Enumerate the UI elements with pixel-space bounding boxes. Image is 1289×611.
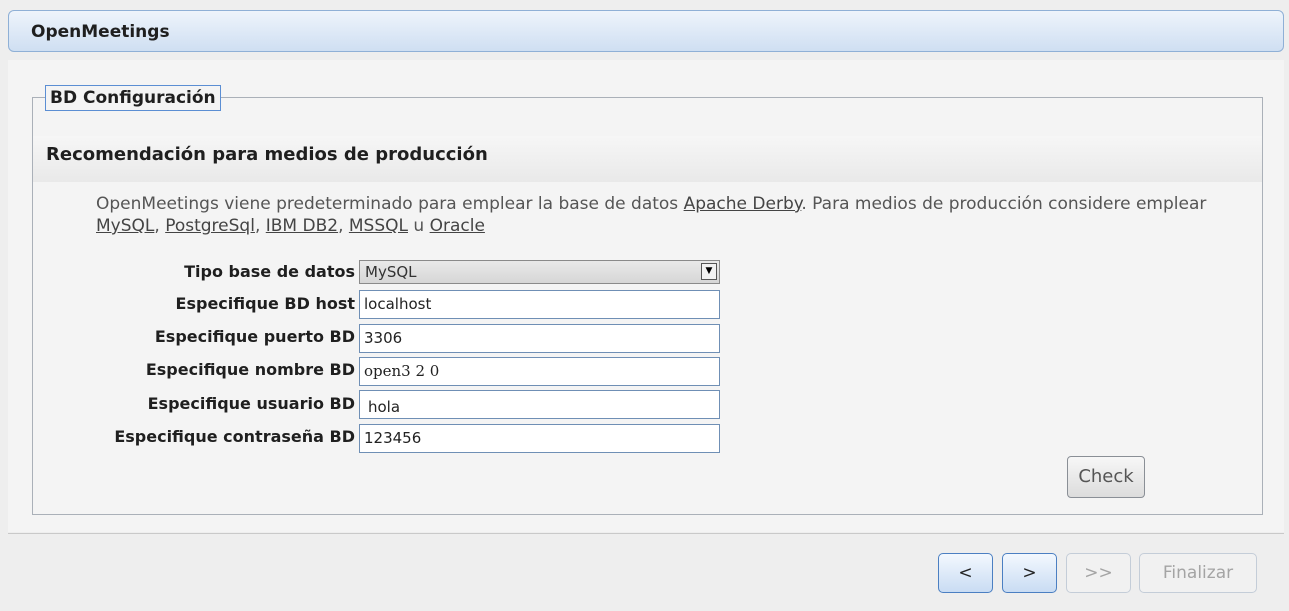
db-port-label: Especifique puerto BD xyxy=(154,327,355,346)
desc-comma: , xyxy=(254,216,266,236)
db-type-select[interactable]: MySQL ▼ xyxy=(359,260,720,284)
link-postgresql[interactable]: PostgreSql xyxy=(165,216,255,236)
db-host-input[interactable]: localhost xyxy=(359,290,720,319)
description-text: OpenMeetings viene predeterminado para e… xyxy=(96,193,1216,237)
db-type-selected-value: MySQL xyxy=(365,263,417,281)
link-apache-derby[interactable]: Apache Derby xyxy=(684,194,802,214)
desc-text-middle: . Para medios de producción considere em… xyxy=(801,194,1207,214)
section-title: Recomendación para medios de producción xyxy=(46,144,488,165)
db-password-input[interactable]: 123456 xyxy=(359,424,720,453)
db-user-input[interactable]: hola xyxy=(359,390,720,419)
desc-conjunction: u xyxy=(408,216,430,236)
link-mysql[interactable]: MySQL xyxy=(96,216,154,236)
link-mssql[interactable]: MSSQL xyxy=(349,216,408,236)
db-name-label: Especifique nombre BD xyxy=(145,360,355,379)
desc-text-before: OpenMeetings viene predeterminado para e… xyxy=(96,194,684,214)
fieldset-legend: BD Configuración xyxy=(45,85,221,111)
footer-separator xyxy=(8,533,1284,534)
desc-comma: , xyxy=(154,216,166,236)
app-title: OpenMeetings xyxy=(31,22,170,42)
db-user-label: Especifique usuario BD xyxy=(147,394,355,413)
next-button[interactable]: > xyxy=(1002,553,1057,593)
finish-button[interactable]: Finalizar xyxy=(1139,553,1257,593)
chevron-down-icon[interactable]: ▼ xyxy=(701,263,717,280)
last-step-button[interactable]: >> xyxy=(1066,553,1131,593)
db-port-input[interactable]: 3306 xyxy=(359,324,720,353)
link-ibm-db2[interactable]: IBM DB2 xyxy=(266,216,338,236)
db-password-label: Especifique contraseña BD xyxy=(114,427,355,446)
db-type-label: Tipo base de datos xyxy=(184,262,355,281)
db-name-input[interactable]: open3 2 0 xyxy=(359,357,720,386)
link-oracle[interactable]: Oracle xyxy=(430,216,485,236)
app-titlebar: OpenMeetings xyxy=(8,10,1284,52)
check-button[interactable]: Check xyxy=(1067,456,1145,498)
previous-button[interactable]: < xyxy=(938,553,993,593)
db-host-label: Especifique BD host xyxy=(175,294,355,313)
desc-comma: , xyxy=(338,216,349,236)
